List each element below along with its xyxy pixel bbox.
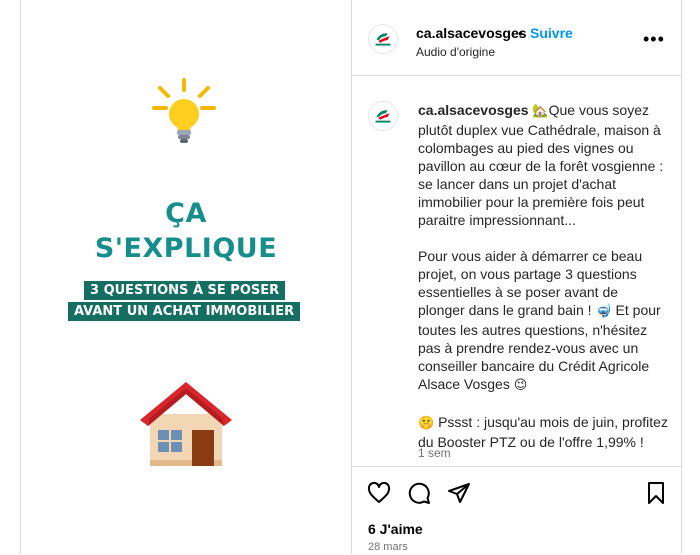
post-date: 28 mars	[368, 541, 408, 553]
caption-paragraph-1: ca.alsacevosges 🏡Que vous soyez plutôt d…	[418, 101, 668, 229]
post-actions: 6 J'aime 28 mars	[352, 466, 681, 555]
lightbulb-icon	[152, 78, 216, 143]
caption-username[interactable]: ca.alsacevosges	[418, 102, 529, 118]
header-separator: •	[518, 25, 523, 41]
hush-emoji-icon: 🤫	[418, 416, 435, 431]
headline-line-1: ÇA	[165, 198, 207, 229]
post-image[interactable]: ÇA S'EXPLIQUE 3 QUESTIONS À SE POSER AVA…	[21, 0, 352, 554]
media-headline: ÇA S'EXPLIQUE	[62, 198, 310, 266]
caption-text-1: Que vous soyez plutôt duplex vue Cathédr…	[418, 102, 664, 228]
post-caption: ca.alsacevosges 🏡Que vous soyez plutôt d…	[352, 76, 681, 466]
headline-line-2: S'EXPLIQUE	[94, 233, 278, 264]
more-options-icon[interactable]: •••	[643, 30, 665, 48]
likes-count[interactable]: 6 J'aime	[368, 521, 423, 537]
avatar[interactable]	[368, 24, 398, 54]
house-icon	[140, 382, 232, 466]
credit-agricole-logo-icon	[375, 110, 391, 123]
post-header: ca.alsacevosges • Suivre Audio d'origine…	[352, 0, 681, 76]
caption-paragraph-3: 🤫 Pssst : jusqu'au mois de juin, profite…	[418, 413, 668, 451]
heart-icon[interactable]	[367, 481, 391, 505]
wink-emoji-icon: 😉	[513, 378, 528, 393]
caption-avatar[interactable]	[368, 101, 398, 131]
caption-timestamp[interactable]: 1 sem	[418, 446, 451, 460]
audio-link[interactable]: Audio d'origine	[416, 45, 495, 59]
comment-icon[interactable]	[407, 481, 431, 505]
banner-line-1: 3 QUESTIONS À SE POSER	[84, 281, 286, 300]
follow-button[interactable]: Suivre	[530, 25, 573, 41]
caption-text: ca.alsacevosges 🏡Que vous soyez plutôt d…	[418, 101, 668, 451]
banner-line-2: AVANT UN ACHAT IMMOBILIER	[68, 302, 301, 321]
credit-agricole-logo-icon	[375, 33, 391, 46]
house-emoji-icon: 🏡	[532, 104, 549, 119]
header-username[interactable]: ca.alsacevosges	[416, 25, 527, 41]
caption-text-3: Pssst : jusqu'au mois de juin, profitez …	[418, 414, 668, 450]
caption-paragraph-2: Pour vous aider à démarrer ce beau proje…	[418, 247, 668, 395]
diving-mask-emoji-icon: 🤿	[595, 304, 612, 319]
bookmark-icon[interactable]	[644, 481, 668, 505]
post-sidebar: ca.alsacevosges • Suivre Audio d'origine…	[352, 0, 681, 554]
share-icon[interactable]	[447, 481, 471, 505]
